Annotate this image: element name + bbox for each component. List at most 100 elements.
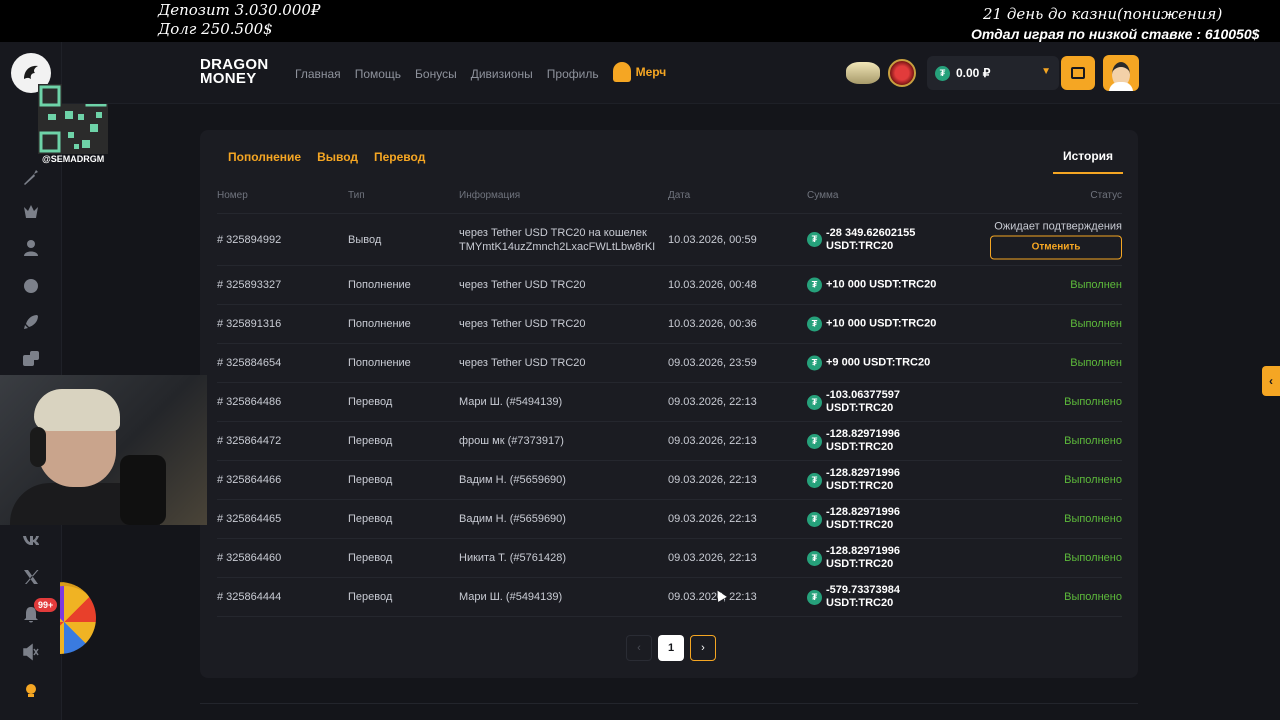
row-type: Пополнение — [348, 357, 411, 369]
tab-withdraw[interactable]: Вывод — [317, 150, 358, 164]
row-type: Перевод — [348, 552, 393, 564]
row-info: через Tether USD TRC20 на кошелек TMYmtK… — [459, 226, 657, 254]
nav-home[interactable]: Главная — [295, 67, 341, 82]
nav-merch[interactable]: Мерч — [612, 62, 666, 82]
row-amount-value: -103.06377597 — [826, 389, 901, 401]
nav-divisions[interactable]: Дивизионы — [471, 67, 533, 82]
balance-selector[interactable]: ₮ 0.00 ₽ ▼ — [927, 56, 1059, 90]
row-number: # 325893327 — [217, 279, 282, 291]
row-amount: ₮ -128.82971996 USDT:TRC20 — [807, 467, 900, 493]
dice-icon[interactable] — [19, 347, 43, 371]
main-nav: Главная Помощь Бонусы Дивизионы Профиль … — [295, 62, 666, 82]
sound-off-icon[interactable] — [19, 640, 43, 664]
row-type: Вывод — [348, 233, 382, 246]
table-row: # 325864460 Перевод Никита Т. (#5761428)… — [217, 539, 1122, 578]
tab-transfer[interactable]: Перевод — [374, 150, 425, 164]
tether-icon: ₮ — [807, 589, 822, 605]
row-info: через Tether USD TRC20 — [459, 318, 586, 330]
row-amount: ₮ -579.73373984 USDT:TRC20 — [807, 584, 900, 610]
row-number: # 325884654 — [217, 357, 282, 369]
row-info: Мари Ш. (#5494139) — [459, 591, 563, 603]
col-type: Тип — [348, 190, 365, 201]
row-amount-currency: USDT:TRC20 — [826, 597, 894, 609]
row-amount-currency: USDT:TRC20 — [826, 558, 894, 570]
row-amount-currency: USDT:TRC20 — [826, 519, 894, 531]
sword-icon[interactable] — [19, 165, 43, 189]
current-page-button[interactable]: 1 — [658, 635, 684, 661]
nav-help[interactable]: Помощь — [355, 67, 401, 82]
divider — [200, 703, 1138, 704]
nav-bonuses[interactable]: Бонусы — [415, 67, 457, 82]
webcam-hair — [34, 389, 120, 431]
prev-page-button[interactable]: ‹ — [626, 635, 652, 661]
row-amount-value: -128.82971996 — [826, 428, 901, 440]
overlay-debt: Долг 250.500$ — [158, 20, 273, 38]
row-number: # 325894992 — [217, 233, 282, 246]
rocket-icon[interactable] — [19, 310, 43, 334]
row-amount-currency: USDT:TRC20 — [826, 239, 894, 252]
notification-badge: 99+ — [34, 598, 58, 612]
row-number: # 325864465 — [217, 513, 282, 525]
tether-icon: ₮ — [935, 65, 950, 81]
crown-skull-icon[interactable] — [19, 200, 43, 224]
row-amount: ₮ +9 000 USDT:TRC20 — [807, 355, 930, 371]
row-amount: ₮ -128.82971996 USDT:TRC20 — [807, 545, 900, 571]
player-icon[interactable] — [19, 236, 43, 260]
row-amount-value: -128.82971996 — [826, 467, 901, 479]
row-number: # 325891316 — [217, 318, 282, 330]
row-type: Перевод — [348, 513, 393, 525]
star-medal-icon[interactable] — [888, 59, 916, 87]
col-status: Статус — [1090, 190, 1122, 201]
theme-lamp-icon[interactable] — [19, 678, 43, 702]
x-twitter-icon[interactable] — [19, 565, 43, 589]
row-status: Выполнен — [1070, 318, 1122, 330]
row-info-line2: TMYmtK14uzZmnch2LxacFWLtLbw8rKI — [459, 240, 656, 253]
chevron-left-icon[interactable]: ‹ — [1262, 366, 1280, 396]
table-header: Номер Тип Информация Дата Сумма Статус — [217, 188, 1122, 214]
nav-profile[interactable]: Профиль — [547, 67, 599, 82]
row-amount-value: -579.73373984 — [826, 584, 901, 596]
joystick-icon[interactable] — [19, 273, 43, 297]
vk-icon[interactable] — [19, 528, 43, 552]
table-row: # 325864444 Перевод Мари Ш. (#5494139) 0… — [217, 578, 1122, 617]
wallet-icon — [1071, 67, 1085, 79]
row-info: Вадим Н. (#5659690) — [459, 474, 566, 486]
tab-deposit[interactable]: Пополнение — [228, 150, 301, 164]
row-type: Перевод — [348, 591, 393, 603]
cancel-button[interactable]: Отменить — [990, 235, 1122, 259]
next-page-button[interactable]: › — [690, 635, 716, 661]
row-date: 09.03.2026, 22:13 — [668, 474, 757, 486]
tether-icon: ₮ — [807, 232, 822, 247]
wallet-button[interactable] — [1061, 56, 1095, 90]
row-amount-value: -128.82971996 — [826, 506, 901, 518]
row-amount: ₮ -128.82971996 USDT:TRC20 — [807, 428, 900, 454]
avatar[interactable] — [1103, 55, 1139, 91]
row-status: Выполнен — [1070, 357, 1122, 369]
row-info: Никита Т. (#5761428) — [459, 552, 567, 564]
row-status: Выполнен — [1070, 279, 1122, 291]
fortune-wheel-icon[interactable] — [60, 582, 96, 654]
tab-history[interactable]: История — [1053, 142, 1123, 174]
row-date: 10.03.2026, 00:36 — [668, 318, 757, 330]
row-status: Выполнено — [1064, 396, 1122, 408]
brand-logo[interactable]: DRAGON MONEY — [200, 57, 268, 86]
streamer-webcam — [0, 375, 207, 525]
row-amount-currency: USDT:TRC20 — [826, 441, 894, 453]
row-amount-value: +10 000 USDT:TRC20 — [826, 278, 937, 291]
row-date: 09.03.2026, 22:13 — [668, 396, 757, 408]
top-header: DRAGON MONEY Главная Помощь Бонусы Дивиз… — [62, 42, 1280, 104]
qr-handle: @SEMADRGM — [42, 154, 105, 164]
table-row: # 325894992 Вывод через Tether USD TRC20… — [217, 214, 1122, 266]
row-amount-currency: USDT:TRC20 — [826, 402, 894, 414]
coins-promo-icon[interactable] — [846, 62, 880, 84]
tether-icon: ₮ — [807, 433, 822, 449]
table-row: # 325884654 Пополнение через Tether USD … — [217, 344, 1122, 383]
row-date: 09.03.2026, 22:13 — [668, 513, 757, 525]
row-number: # 325864486 — [217, 396, 282, 408]
row-type: Пополнение — [348, 279, 411, 291]
tether-icon: ₮ — [807, 394, 822, 410]
row-number: # 325864472 — [217, 435, 282, 447]
row-info: Вадим Н. (#5659690) — [459, 513, 566, 525]
pagination: ‹ 1 › — [626, 635, 716, 661]
payment-tabs: Пополнение Вывод Перевод — [228, 150, 425, 164]
